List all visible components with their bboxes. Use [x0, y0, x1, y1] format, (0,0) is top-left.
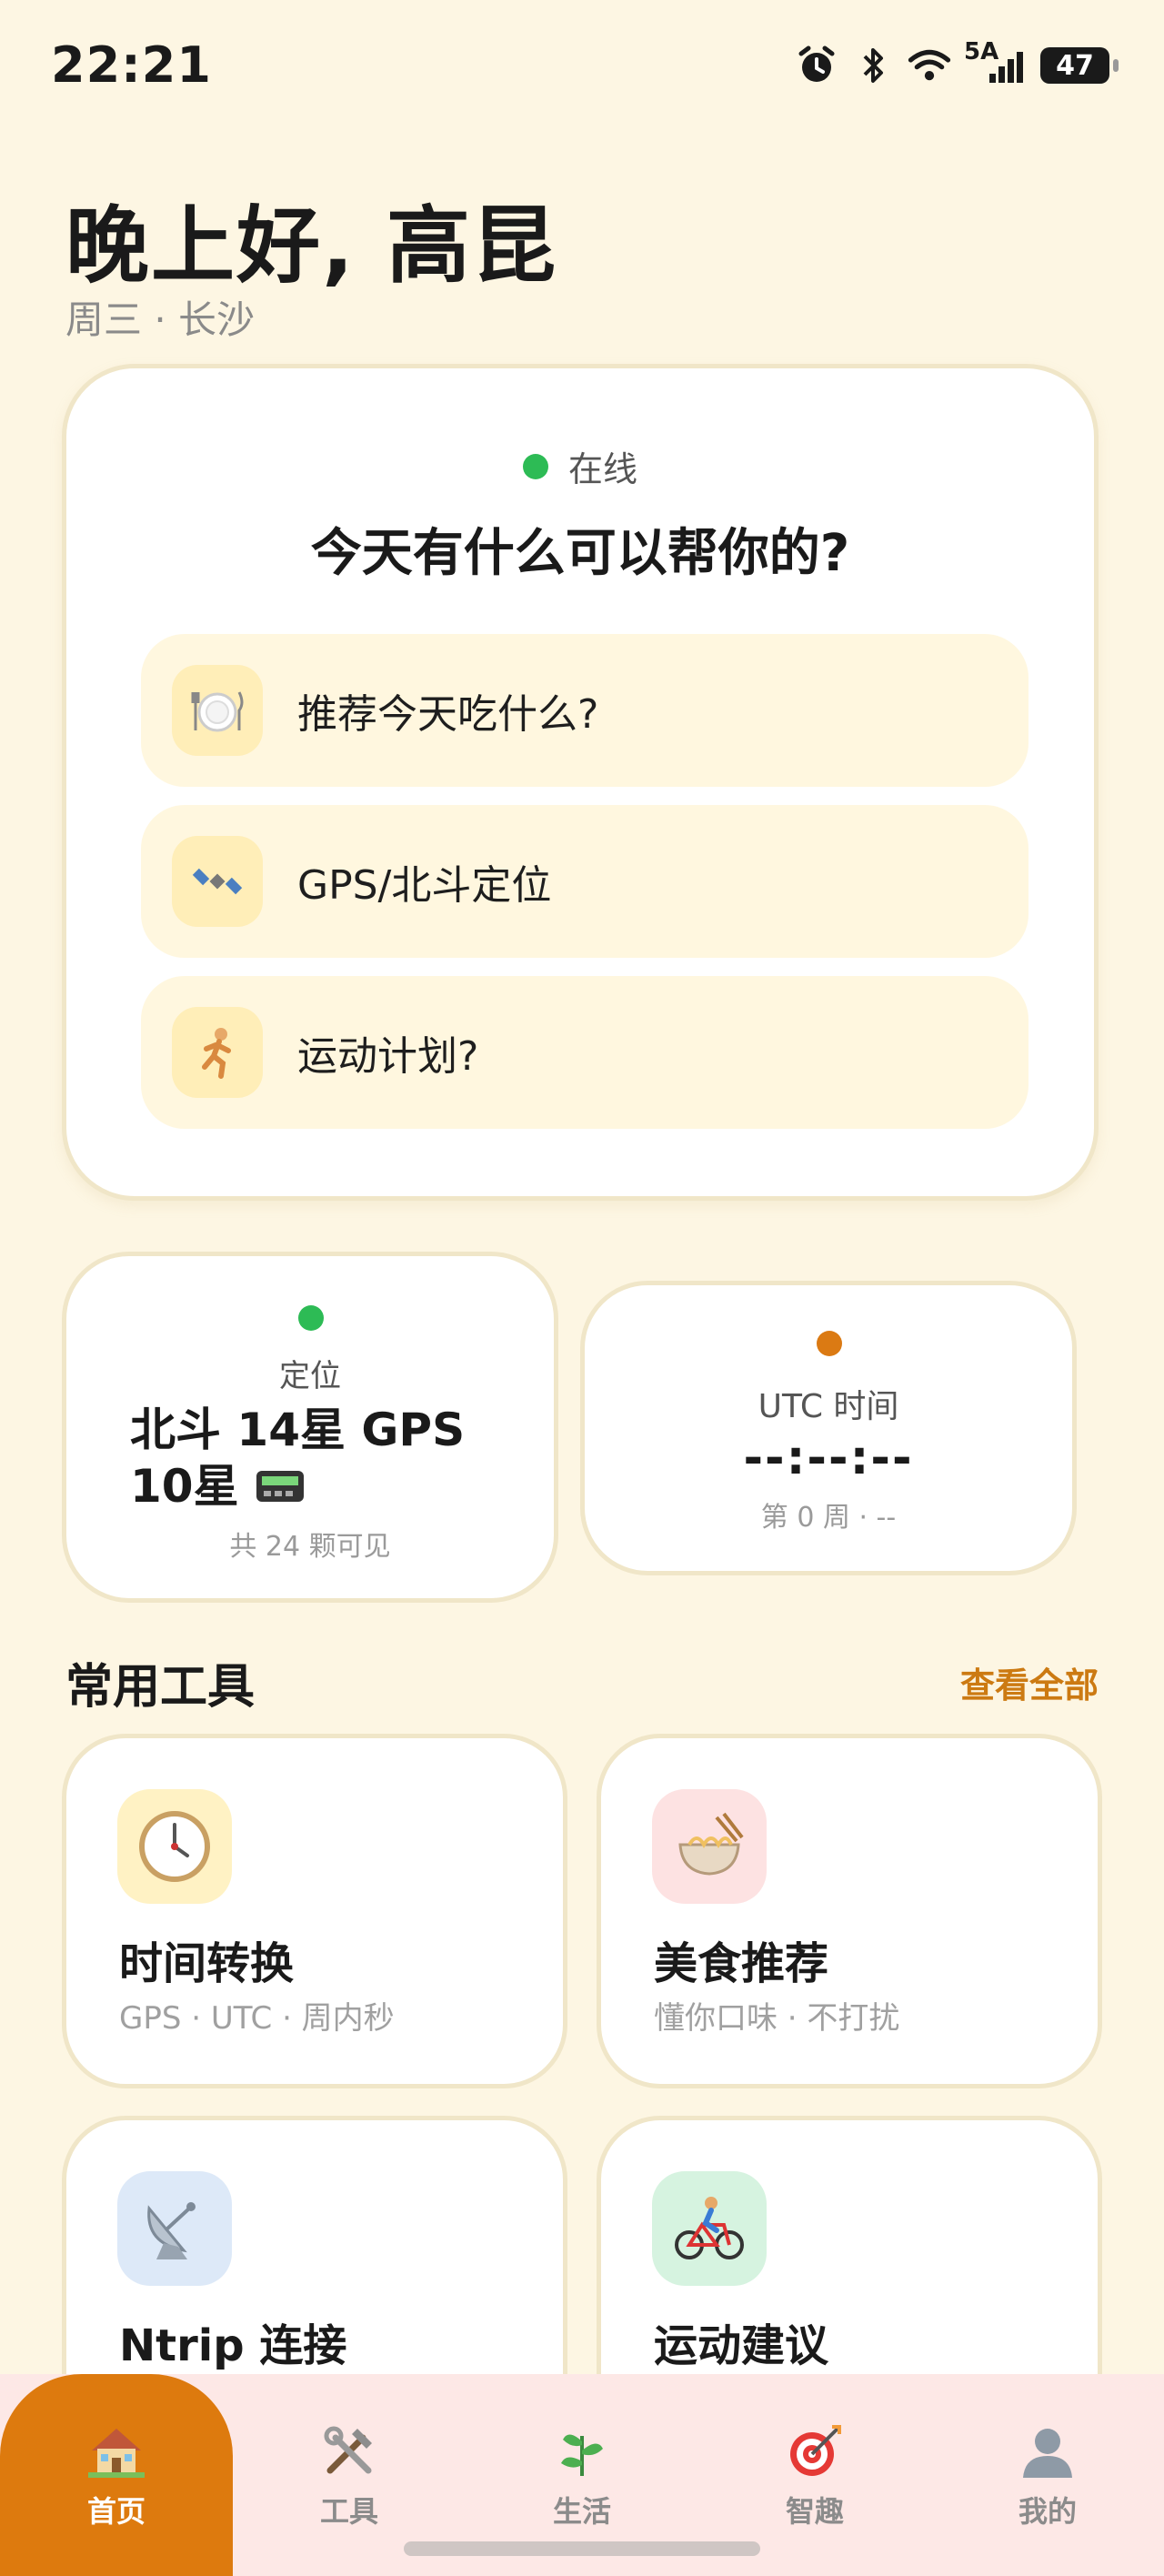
house-icon [85, 2420, 148, 2483]
tool-subtitle: 懂你口味 · 不打扰 [654, 2000, 900, 2037]
network-type-label: 5A [964, 38, 999, 65]
location-status-dot-icon [298, 1305, 324, 1331]
tool-name: Ntrip 连接 [119, 2320, 347, 2371]
status-time: 22:21 [51, 36, 212, 94]
satellite-count: 北斗 14星 GPS 10星 [130, 1402, 512, 1518]
tool-name: 时间转换 [119, 1938, 295, 1989]
wifi-icon [908, 44, 951, 87]
signal-icon: 5A [964, 38, 1028, 87]
suggestion-label: 推荐今天吃什么? [297, 691, 599, 738]
battery-indicator: 47 [1040, 47, 1119, 84]
cyclist-icon [652, 2171, 767, 2286]
tool-card-food[interactable]: 美食推荐 懂你口味 · 不打扰 [597, 1734, 1102, 2088]
tool-name: 运动建议 [654, 2320, 829, 2371]
nav-home[interactable]: 首页 [0, 2374, 233, 2576]
utc-time-value: --:--:-- [743, 1431, 914, 1485]
online-dot-icon [522, 453, 548, 479]
location-title: 定位 [279, 1358, 341, 1394]
nav-label: 工具 [319, 2494, 378, 2529]
target-icon [783, 2420, 847, 2483]
tool-card-time-convert[interactable]: 时间转换 GPS · UTC · 周内秒 [62, 1734, 567, 2088]
utc-title: UTC 时间 [758, 1388, 899, 1425]
runner-icon [172, 1007, 263, 1098]
satellite-dish-icon [117, 2171, 232, 2286]
utc-card[interactable]: UTC 时间 --:--:-- 第 0 周 · -- [580, 1281, 1077, 1575]
online-status: 在线 [66, 441, 1094, 491]
plate-icon [172, 665, 263, 756]
location-card[interactable]: 定位 北斗 14星 GPS 10星 共 24 颗可见 [62, 1252, 558, 1603]
date-location: 周三 · 长沙 [65, 297, 256, 342]
suggestion-gps[interactable]: GPS/北斗定位 [141, 805, 1029, 958]
nav-label: 我的 [1018, 2494, 1077, 2529]
nav-label: 生活 [552, 2494, 611, 2529]
herb-icon [550, 2420, 614, 2483]
tools-icon [317, 2420, 381, 2483]
status-icons: 5A 47 [795, 38, 1119, 87]
clock-icon [117, 1789, 232, 1904]
tool-name: 美食推荐 [654, 1938, 829, 1989]
home-indicator[interactable] [404, 2541, 760, 2556]
person-icon [1016, 2420, 1079, 2483]
tool-subtitle: GPS · UTC · 周内秒 [119, 2000, 395, 2037]
alarm-icon [795, 44, 838, 87]
noodle-bowl-icon [652, 1789, 767, 1904]
tools-section-title: 常用工具 [65, 1660, 256, 1715]
pager-icon [255, 1462, 306, 1518]
online-label: 在线 [567, 449, 637, 489]
gps-week: 第 0 周 · -- [760, 1502, 897, 1534]
view-all-link[interactable]: 查看全部 [960, 1657, 1099, 1707]
nav-label: 首页 [86, 2494, 146, 2529]
nav-me[interactable]: 我的 [931, 2374, 1164, 2576]
suggestion-label: 运动计划? [297, 1033, 479, 1080]
satellite-icon [172, 836, 263, 927]
suggestion-food[interactable]: 推荐今天吃什么? [141, 634, 1029, 787]
bluetooth-icon [851, 44, 895, 87]
suggestion-exercise[interactable]: 运动计划? [141, 976, 1029, 1129]
greeting-title: 晚上好, 高昆 [65, 197, 557, 295]
assistant-title: 今天有什么可以帮你的? [310, 524, 850, 583]
suggestion-label: GPS/北斗定位 [297, 862, 552, 909]
utc-status-dot-icon [817, 1331, 842, 1356]
visible-satellites: 共 24 颗可见 [229, 1531, 391, 1563]
assistant-card: 在线 今天有什么可以帮你的? 推荐今天吃什么? GPS/北斗定位 运动计划? [62, 364, 1099, 1201]
nav-label: 智趣 [785, 2494, 844, 2529]
